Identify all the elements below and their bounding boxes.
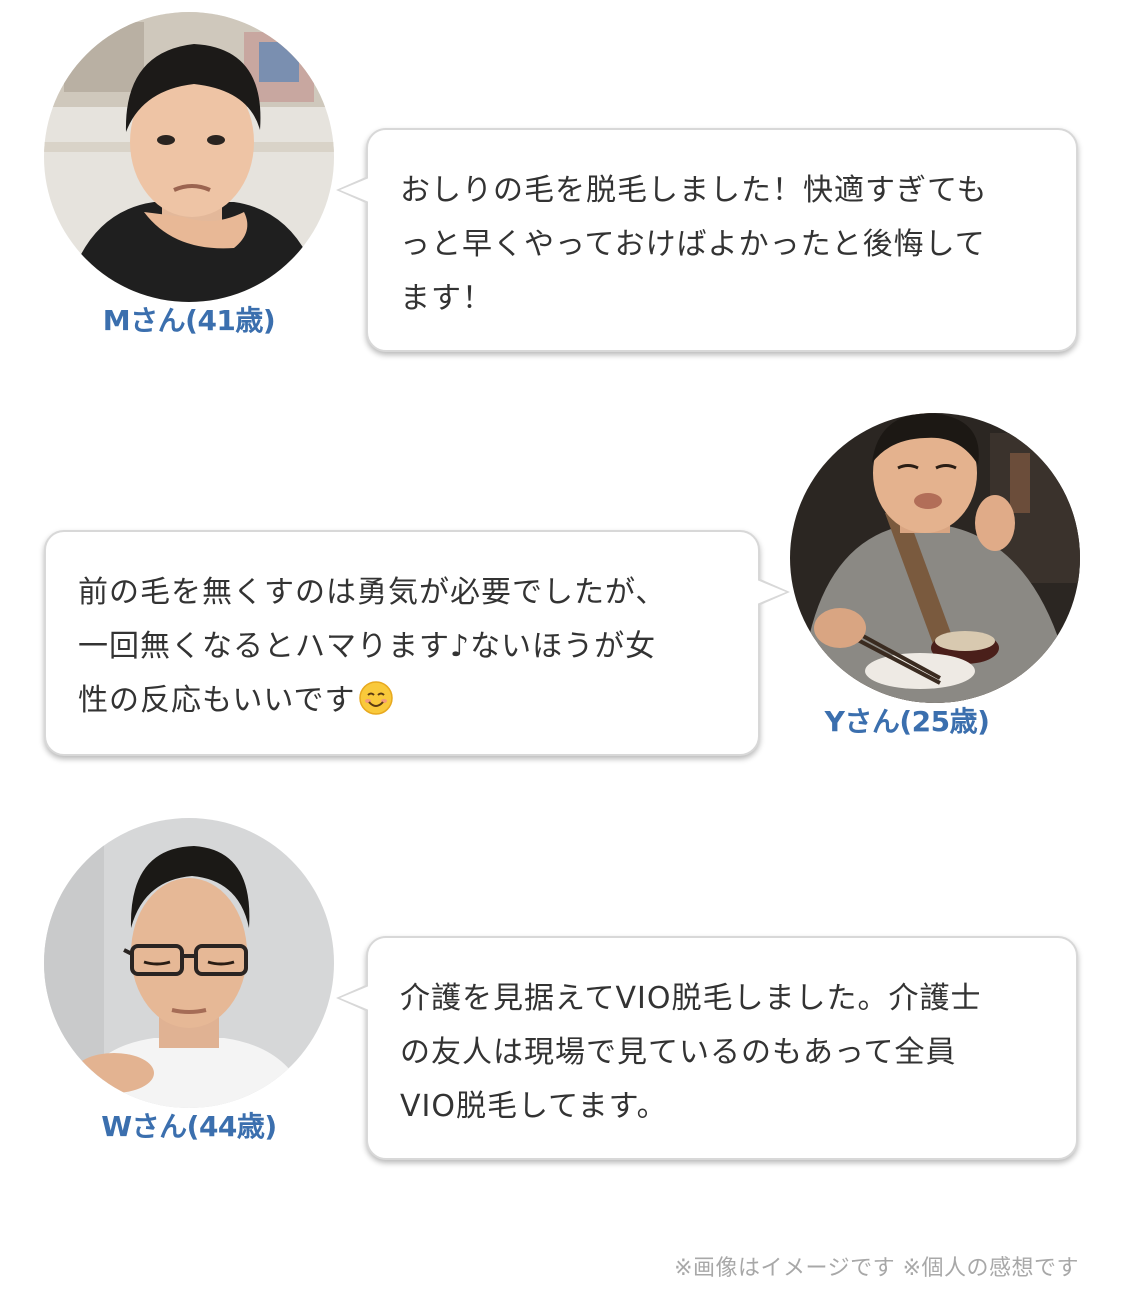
testimonial-comment: 介護を見据えてVIO脱毛しました。介護士 の友人は現場で見ているのもあって全員 … xyxy=(400,981,982,1124)
testimonial-comment: おしりの毛を脱毛しました！快適すぎても っと早くやっておけばよかったと後悔して … xyxy=(400,173,988,316)
speech-bubble: おしりの毛を脱毛しました！快適すぎても っと早くやっておけばよかったと後悔して … xyxy=(336,128,1078,352)
avatar-y xyxy=(790,413,1080,703)
avatar-m xyxy=(44,12,334,302)
testimonial-name: Mさん(41歳) xyxy=(102,304,276,337)
testimonial-name: Yさん(25歳) xyxy=(824,705,990,738)
testimonial-name: Wさん(44歳) xyxy=(101,1110,277,1143)
disclaimer-note: ※画像はイメージです ※個人の感想です xyxy=(674,1256,1079,1281)
speech-bubble: 介護を見据えてVIO脱毛しました。介護士 の友人は現場で見ているのもあって全員 … xyxy=(336,936,1078,1160)
avatar-w xyxy=(44,818,334,1108)
man-portrait-photo-icon xyxy=(44,12,334,302)
speech-bubble: 前の毛を無くすのは勇気が必要でしたが、 一回無くなるとハマります♪ないほうが女 … xyxy=(44,530,790,756)
man-with-glasses-portrait-photo-icon xyxy=(44,818,334,1108)
man-eating-portrait-photo-icon xyxy=(790,413,1080,703)
smiling-face-emoji-icon xyxy=(358,681,393,715)
